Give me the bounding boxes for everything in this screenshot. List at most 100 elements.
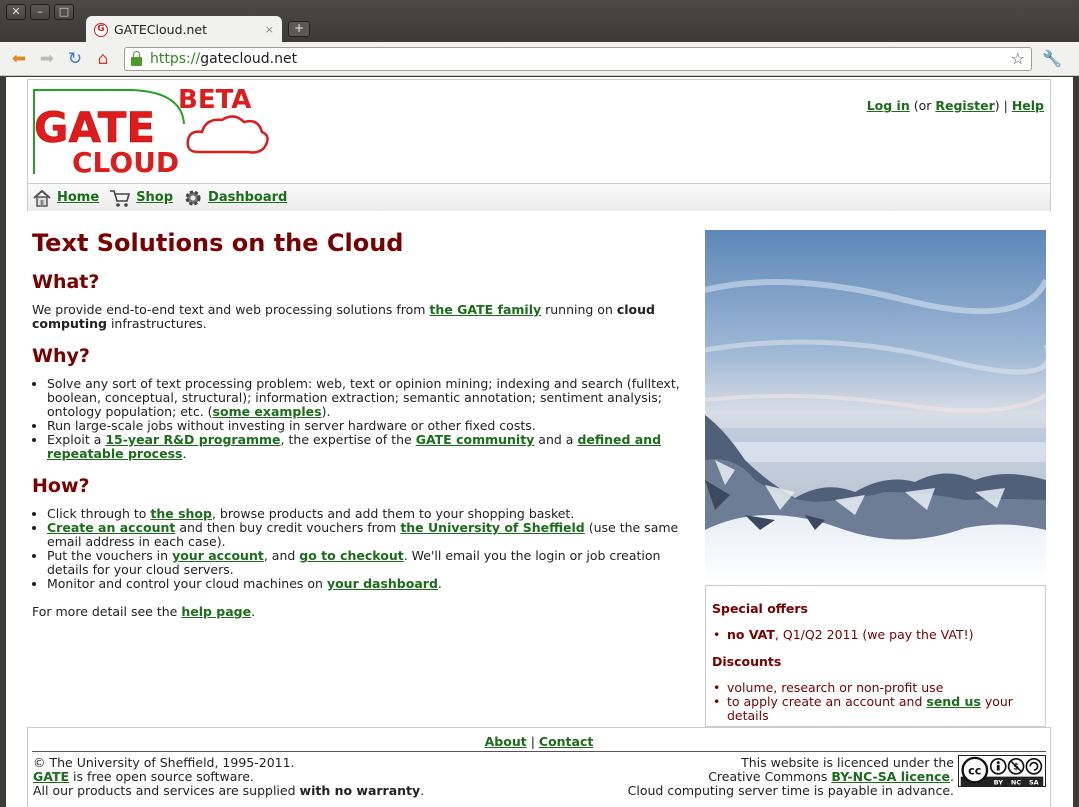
cc-sa-label: SA [1029, 779, 1040, 787]
url-scheme: https:// [150, 51, 201, 67]
footer-links: About | Contact [32, 728, 1046, 752]
how-heading: How? [32, 475, 90, 497]
more-text: For more detail see the [32, 604, 182, 619]
or-text: (or [909, 98, 936, 113]
send-us-link[interactable]: send us [926, 694, 980, 709]
list-item: Solve any sort of text processing proble… [47, 377, 687, 419]
offer-text: , Q1/Q2 2011 (we pay the VAT!) [774, 627, 974, 642]
list-item: Create an account and then buy credit vo… [47, 521, 687, 549]
menu-item-home[interactable]: Home [32, 188, 99, 208]
what-paragraph: We provide end-to-end text and web proce… [32, 303, 687, 331]
tab-title: GATECloud.net [114, 22, 207, 37]
minimize-window-button[interactable]: – [30, 4, 50, 20]
menu-home-link[interactable]: Home [57, 190, 99, 205]
close-window-button[interactable]: ✕ [6, 4, 26, 20]
sep-text: ) | [994, 98, 1012, 113]
menu-dashboard-link[interactable]: Dashboard [208, 190, 287, 205]
footer-left-text: © The University of Sheffield, 1995-2011… [33, 756, 424, 798]
some-examples-link[interactable]: some examples [213, 404, 322, 419]
lock-icon [131, 50, 142, 66]
rd-programme-link[interactable]: 15-year R&D programme [105, 432, 280, 447]
forward-arrow-icon[interactable]: ➡ [36, 48, 58, 70]
page-title: Text Solutions on the Cloud [32, 229, 404, 257]
mountain-landscape-image [705, 230, 1046, 583]
the-shop-link[interactable]: the shop [150, 506, 212, 521]
why-b3-text-1: Exploit a [47, 432, 106, 447]
why-b3-text-2: , the expertise of the [280, 432, 416, 447]
menu-item-dashboard[interactable]: Dashboard [183, 188, 287, 208]
gate-oss-line: GATE is free open source software. [33, 770, 424, 784]
register-link[interactable]: Register [935, 98, 994, 113]
cc-nc-label: NC [1011, 779, 1021, 787]
discounts-heading: Discounts [712, 654, 782, 669]
licence-line-3: Cloud computing server time is payable i… [627, 783, 954, 798]
cc-license-badge[interactable]: cc $ BY NC SA [958, 755, 1046, 787]
gate-cloud-logo[interactable]: BETA GATE CLOUD [32, 82, 272, 178]
footer-right-text: This website is licenced under the Creat… [628, 756, 954, 798]
why-b1-text: Solve any sort of text processing proble… [47, 376, 680, 419]
licence-line-2: Creative Commons BY-NC-SA licence. [628, 770, 954, 784]
create-account-link[interactable]: Create an account [47, 520, 175, 535]
special-offers-heading: Special offers [712, 601, 808, 616]
warranty-end: . [420, 783, 425, 798]
how-b3-text-2: , and [263, 548, 300, 563]
gate-community-link[interactable]: GATE community [416, 432, 535, 447]
cc-by-label: BY [994, 779, 1004, 787]
page-viewport: BETA GATE CLOUD Log in (or Register) | H… [6, 77, 1073, 807]
browser-tab[interactable]: G GATECloud.net × [86, 16, 282, 43]
main-content: Text Solutions on the Cloud What? We pro… [32, 229, 687, 633]
warranty-line: All our products and services are suppli… [33, 784, 424, 798]
list-item: Run large-scale jobs without investing i… [47, 419, 687, 433]
list-item: Exploit a 15-year R&D programme, the exp… [47, 433, 687, 461]
how-b4-end: . [437, 576, 442, 591]
licence-link[interactable]: BY-NC-SA licence [831, 769, 950, 784]
university-sheffield-link[interactable]: the University of Sheffield [400, 520, 584, 535]
menu-shop-link[interactable]: Shop [136, 190, 173, 205]
what-text-2: running on [541, 302, 617, 317]
checkout-link[interactable]: go to checkout [299, 548, 403, 563]
window-titlebar: ✕ – □ G GATECloud.net × + [0, 0, 1079, 43]
home-icon[interactable]: ⌂ [92, 48, 114, 70]
url-host: gatecloud.net [200, 51, 298, 67]
why-list: Solve any sort of text processing proble… [47, 377, 687, 461]
how-b4-text-1: Monitor and control your cloud machines … [47, 576, 327, 591]
gate-text: is free open source software. [69, 769, 254, 784]
address-bar[interactable]: https://gatecloud.net ☆ [124, 47, 1032, 71]
reload-icon[interactable]: ↻ [64, 48, 86, 70]
no-vat-bold: no VAT [727, 627, 775, 642]
tab-close-icon[interactable]: × [265, 23, 274, 36]
maximize-window-button[interactable]: □ [54, 4, 74, 20]
how-list: Click through to the shop, browse produc… [47, 507, 687, 591]
what-text-3: infrastructures. [106, 316, 207, 331]
list-item: volume, research or non-profit use [712, 681, 1039, 696]
logo-cloud: CLOUD [72, 146, 179, 178]
main-menu: Home Shop Dashboard [28, 183, 1050, 211]
how-b2-text-1: and then buy credit vouchers from [175, 520, 401, 535]
cart-icon [110, 189, 131, 207]
bookmark-star-icon[interactable]: ☆ [1011, 49, 1025, 68]
logo-beta: BETA [178, 85, 251, 115]
login-link[interactable]: Log in [867, 98, 910, 113]
offers-panel: Special offers no VAT, Q1/Q2 2011 (we pa… [705, 585, 1046, 727]
logo-gate: GATE [34, 103, 155, 152]
list-item: Click through to the shop, browse produc… [47, 507, 687, 521]
site-footer: About | Contact © The University of Shef… [27, 727, 1051, 807]
help-link[interactable]: Help [1012, 98, 1044, 113]
your-account-link[interactable]: your account [172, 548, 264, 563]
about-link[interactable]: About [485, 734, 527, 749]
offers-list: no VAT, Q1/Q2 2011 (we pay the VAT!) [712, 627, 1039, 643]
new-tab-button[interactable]: + [288, 21, 310, 37]
your-dashboard-link[interactable]: your dashboard [327, 576, 438, 591]
contact-link[interactable]: Contact [539, 734, 593, 749]
gate-link[interactable]: GATE [33, 769, 69, 784]
gate-favicon-icon: G [94, 22, 108, 37]
menu-item-shop[interactable]: Shop [109, 188, 173, 208]
how-b3-text-1: Put the vouchers in [47, 548, 173, 563]
licence-end: . [950, 769, 954, 784]
help-page-link[interactable]: help page [181, 604, 251, 619]
footer-sep: | [526, 734, 539, 749]
back-arrow-icon[interactable]: ⬅ [8, 48, 30, 70]
gate-family-link[interactable]: the GATE family [429, 302, 541, 317]
wrench-menu-icon[interactable]: 🔧 [1042, 49, 1062, 68]
discount2-text-1: to apply create an account and [727, 694, 927, 709]
